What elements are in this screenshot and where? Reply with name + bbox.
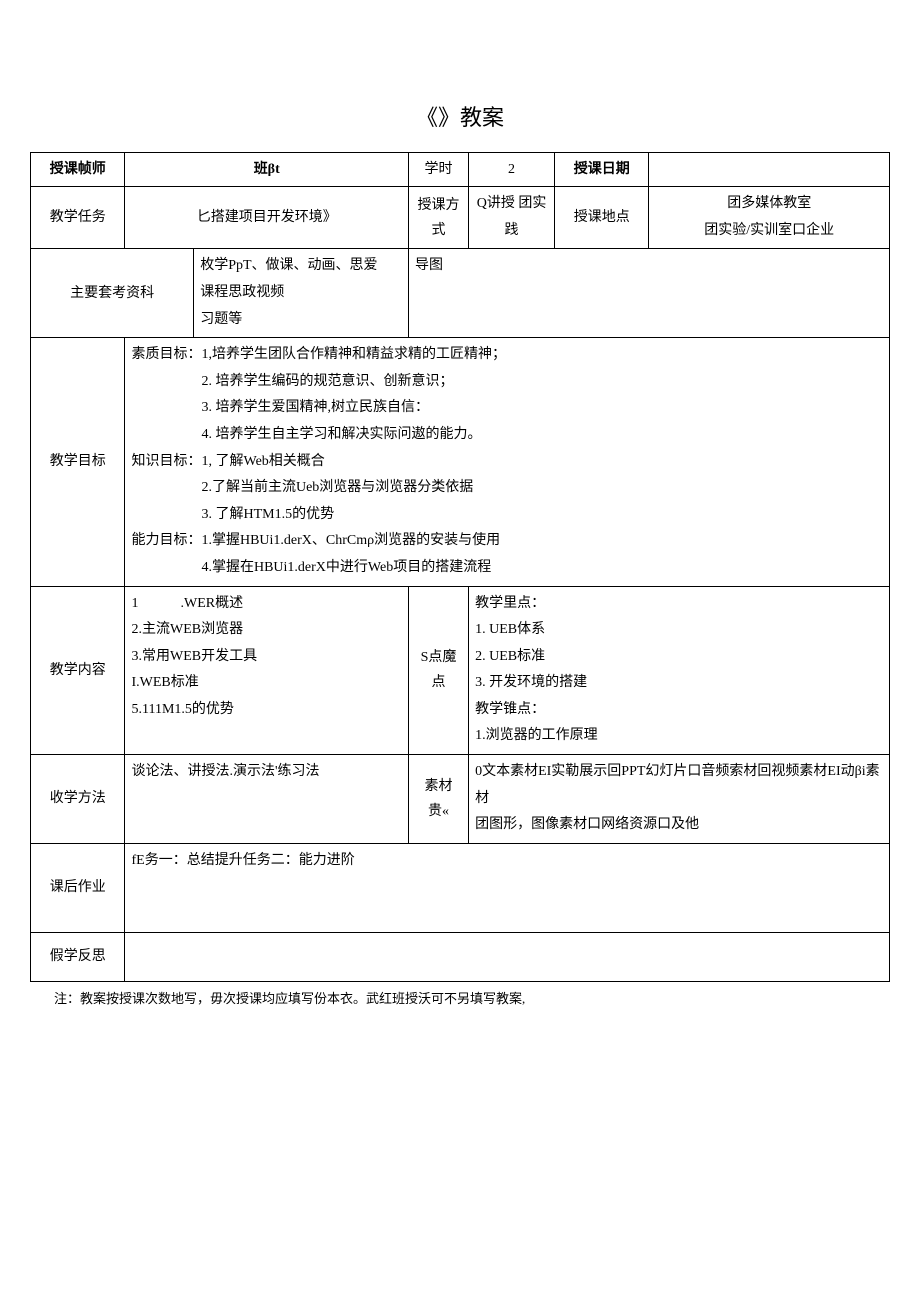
page-title: 《》教案 bbox=[30, 100, 890, 132]
reflect-value bbox=[125, 932, 890, 981]
reference-label: 主要套考资科 bbox=[31, 249, 194, 338]
place-value: 团多媒体教室 团实验/实训室口企业 bbox=[649, 187, 890, 249]
lesson-plan-table: 授课帧师 班βt 学时 2 授课日期 教学任务 匕搭建项目开发环境》 授课方式 … bbox=[30, 152, 890, 982]
footer-note: 注：教案按授课次数地写，毋次授课均应填写份本衣。武红班授沃可不另填写教案, bbox=[30, 988, 890, 1007]
content-right: 教学里点： 1. UEB体系 2. UEB标准 3. 开发环境的搭建 教学锥点：… bbox=[469, 586, 890, 755]
date-label: 授课日期 bbox=[554, 153, 648, 187]
table-row: 收学方法 谈论法、讲授法.演示法'练习法 素材贵« 0文本素材EI实勒展示回PP… bbox=[31, 755, 890, 844]
homework-value: fE务一：总结提升任务二：能力进阶 bbox=[125, 843, 890, 932]
table-row: 授课帧师 班βt 学时 2 授课日期 bbox=[31, 153, 890, 187]
task-label: 教学任务 bbox=[31, 187, 125, 249]
teacher-label: 授课帧师 bbox=[31, 153, 125, 187]
content-mid-label: S点魔点 bbox=[408, 586, 468, 755]
method-value: 谈论法、讲授法.演示法'练习法 bbox=[125, 755, 408, 844]
reflect-label: 假学反思 bbox=[31, 932, 125, 981]
date-value bbox=[649, 153, 890, 187]
method-label: 收学方法 bbox=[31, 755, 125, 844]
content-left: 1 .WER概述 2.主流WEB浏览器 3.常用WEB开发工具 I.WEB标准 … bbox=[125, 586, 408, 755]
table-row: 课后作业 fE务一：总结提升任务二：能力进阶 bbox=[31, 843, 890, 932]
table-row: 主要套考资科 枚学PpT、做课、动画、思爱 课程思政视频 习题等 导图 bbox=[31, 249, 890, 338]
task-value: 匕搭建项目开发环境》 bbox=[125, 187, 408, 249]
reference-right: 导图 bbox=[408, 249, 889, 338]
method-mid-label: 素材贵« bbox=[408, 755, 468, 844]
table-row: 教学目标 素质目标：1,培养学生团队合作精神和精益求精的工匠精神； 2. 培养学… bbox=[31, 338, 890, 586]
hours-label: 学时 bbox=[408, 153, 468, 187]
reference-value: 枚学PpT、做课、动画、思爱 课程思政视频 习题等 bbox=[194, 249, 409, 338]
table-row: 假学反思 bbox=[31, 932, 890, 981]
homework-label: 课后作业 bbox=[31, 843, 125, 932]
table-row: 教学内容 1 .WER概述 2.主流WEB浏览器 3.常用WEB开发工具 I.W… bbox=[31, 586, 890, 755]
method-right: 0文本素材EI实勒展示回PPT幻灯片口音频索材回视频素材EI动βi素材 团图形，… bbox=[469, 755, 890, 844]
hours-value: 2 bbox=[469, 153, 555, 187]
place-label: 授课地点 bbox=[554, 187, 648, 249]
mode-label: 授课方式 bbox=[408, 187, 468, 249]
content-label: 教学内容 bbox=[31, 586, 125, 755]
mode-value: Q讲授 团实践 bbox=[469, 187, 555, 249]
goals-text: 素质目标：1,培养学生团队合作精神和精益求精的工匠精神； 2. 培养学生编码的规… bbox=[125, 338, 890, 586]
goals-label: 教学目标 bbox=[31, 338, 125, 586]
table-row: 教学任务 匕搭建项目开发环境》 授课方式 Q讲授 团实践 授课地点 团多媒体教室… bbox=[31, 187, 890, 249]
class-label: 班βt bbox=[125, 153, 408, 187]
